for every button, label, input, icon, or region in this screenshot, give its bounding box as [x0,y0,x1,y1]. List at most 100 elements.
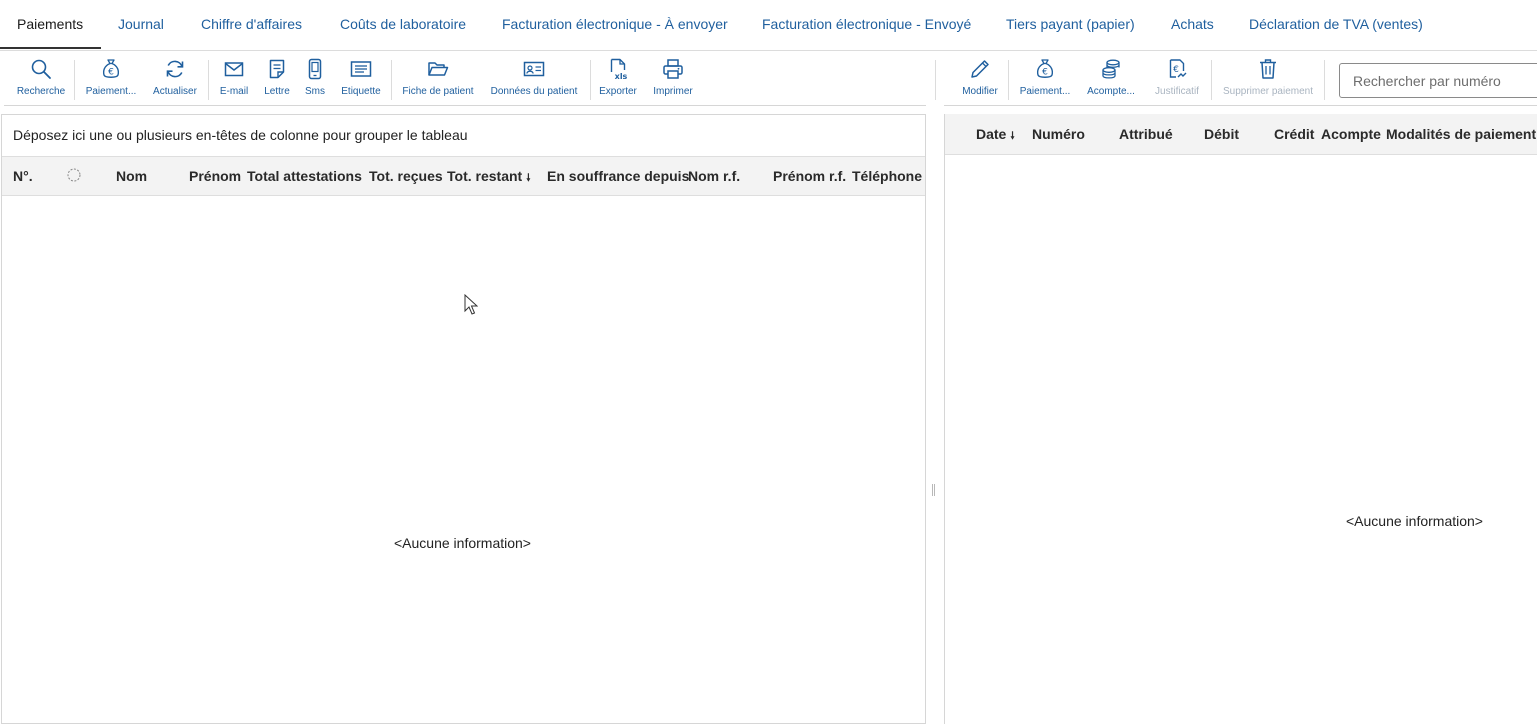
sort-descending-icon: 🠗 [1010,131,1015,142]
tab-facturation-envoye[interactable]: Facturation électronique - Envoyé [762,0,971,48]
col-date-label: Date [976,126,1007,142]
tab-declaration-tva[interactable]: Déclaration de TVA (ventes) [1249,0,1423,48]
svg-text:€: € [1173,65,1179,75]
col-numero[interactable]: Numéro [1032,114,1085,154]
col-credit[interactable]: Crédit [1274,114,1314,154]
acompte-button[interactable]: Acompte... [1084,58,1138,100]
justificatif-button[interactable]: € Justificatif [1150,58,1204,100]
recherche-button[interactable]: Recherche [14,58,68,100]
tab-facturation-a-envoyer[interactable]: Facturation électronique - À envoyer [502,0,728,48]
receipt-icon: € [1169,59,1187,78]
actualiser-button[interactable]: Actualiser [150,58,200,100]
col-nom[interactable]: Nom [116,157,147,195]
tab-achats[interactable]: Achats [1171,0,1214,48]
tab-couts-laboratoire[interactable]: Coûts de laboratoire [340,0,466,48]
etiquette-button[interactable]: Etiquette [338,58,384,100]
paiement-right-label: Paiement... [1019,86,1071,97]
lettre-button[interactable]: Lettre [262,58,292,100]
printer-icon [663,59,683,79]
toolbar-separator [590,60,591,100]
phone-icon [308,58,322,80]
grid-header: N°. Nom Prénom Total attestations Tot. r… [2,156,925,196]
payments-grid: Déposez ici une ou plusieurs en-têtes de… [1,114,926,724]
col-nom-rf[interactable]: Nom r.f. [688,157,740,195]
pencil-icon [971,60,989,78]
select-all-radio[interactable] [67,168,81,182]
tab-paiements[interactable]: Paiements [17,0,83,48]
supprimer-paiement-button[interactable]: Supprimer paiement [1220,58,1316,100]
tab-tiers-payant[interactable]: Tiers payant (papier) [1006,0,1135,48]
fiche-patient-button[interactable]: Fiche de patient [400,58,476,100]
paiement-right-button[interactable]: € Paiement... [1017,58,1073,100]
paiement-button[interactable]: € Paiement... [83,58,139,100]
col-numero[interactable]: N°. [13,157,33,195]
col-acompte[interactable]: Acompte [1321,114,1381,154]
letter-icon [269,59,285,79]
tab-chiffre-affaires[interactable]: Chiffre d'affaires [201,0,302,48]
active-tab-indicator [0,47,101,49]
justificatif-label: Justificatif [1155,86,1199,97]
radio-circle-icon [67,168,81,182]
donnees-patient-label: Données du patient [490,86,578,97]
col-tot-recues[interactable]: Tot. reçues [369,157,443,195]
splitter-handle[interactable] [932,484,936,496]
imprimer-button[interactable]: Imprimer [650,58,696,100]
col-prenom-rf[interactable]: Prénom r.f. [773,157,846,195]
col-tot-restant[interactable]: Tot. restant 🠗 [447,157,531,195]
coins-icon [1102,59,1120,79]
col-telephone[interactable]: Téléphone r [852,157,925,195]
tab-bar: Paiements Journal Chiffre d'affaires Coû… [0,0,1537,51]
col-tot-restant-label: Tot. restant [447,168,523,184]
modifier-button[interactable]: Modifier [958,58,1002,100]
empty-message: <Aucune information> [1346,513,1483,529]
exporter-button[interactable]: xls Exporter [596,58,640,100]
group-by-drop-area[interactable]: Déposez ici une ou plusieurs en-têtes de… [2,115,925,156]
fiche-patient-label: Fiche de patient [402,86,474,97]
excel-export-icon: xls [610,58,628,80]
etiquette-label: Etiquette [341,86,381,97]
id-card-icon [523,61,545,77]
recherche-label: Recherche [16,86,66,97]
trash-icon [1260,59,1276,79]
search-icon [31,59,51,79]
lettre-label: Lettre [264,86,290,97]
mouse-cursor-icon [464,294,478,315]
exporter-label: Exporter [599,86,637,97]
col-en-souffrance[interactable]: En souffrance depuis [547,157,689,195]
donnees-patient-button[interactable]: Données du patient [488,58,580,100]
col-date[interactable]: Date 🠗 [976,114,1015,154]
money-bag-icon: € [1036,59,1054,78]
svg-text:€: € [1042,68,1048,78]
col-prenom[interactable]: Prénom [189,157,241,195]
col-attribue[interactable]: Attribué [1119,114,1173,154]
col-modalites-paiement[interactable]: Modalités de paiement [1386,114,1536,154]
toolbar-separator [74,60,75,100]
modifier-label: Modifier [962,86,998,97]
email-button[interactable]: E-mail [216,58,252,100]
toolbar-separator [1008,60,1009,100]
paiement-label: Paiement... [85,86,137,97]
sms-button[interactable]: Sms [300,58,330,100]
sms-label: Sms [305,86,325,97]
sort-descending-icon: 🠗 [526,173,531,184]
search-by-number-input[interactable] [1351,64,1535,97]
toolbar-bottom-border [944,105,1537,106]
empty-message: <Aucune information> [394,535,531,551]
col-debit[interactable]: Débit [1204,114,1239,154]
toolbar-separator [208,60,209,100]
label-icon [350,61,372,77]
col-total-attestations[interactable]: Total attestations [247,157,362,195]
acompte-label: Acompte... [1087,86,1135,97]
toolbar-bottom-border [4,105,926,106]
tab-journal[interactable]: Journal [118,0,164,48]
imprimer-label: Imprimer [653,86,693,97]
svg-text:xls: xls [615,72,628,80]
email-label: E-mail [219,86,249,97]
search-by-number-field [1339,63,1537,98]
panel-divider [935,60,936,100]
refresh-icon [166,60,184,78]
money-bag-icon: € [102,59,120,78]
envelope-icon [224,62,244,77]
toolbar-separator [1324,60,1325,100]
svg-text:€: € [108,68,114,78]
